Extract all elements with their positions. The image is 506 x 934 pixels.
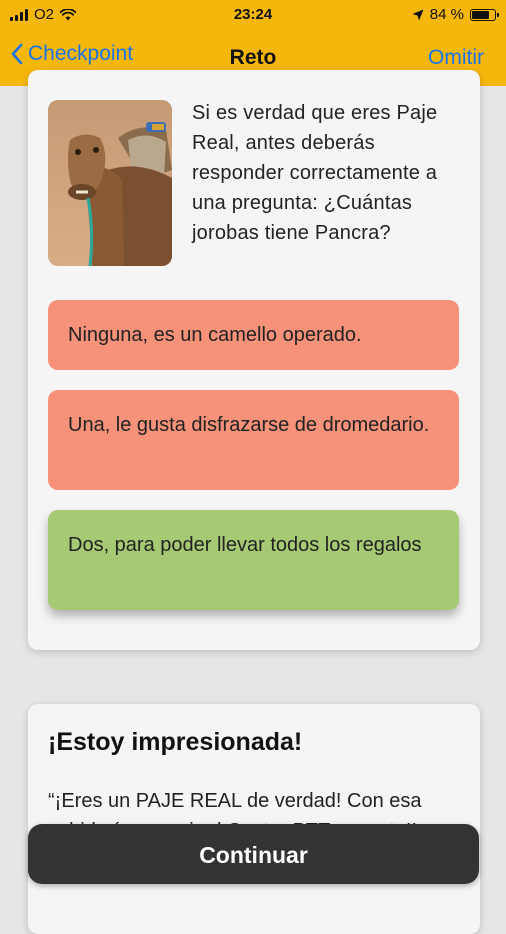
answer-option-2[interactable]: Una, le gusta disfrazarse de dromedario. [48, 390, 459, 490]
skip-button[interactable]: Omitir [428, 46, 484, 70]
continue-button[interactable]: Continuar [28, 824, 479, 884]
answer-option-3[interactable]: Dos, para poder llevar todos los regalos [48, 510, 459, 610]
battery-level [472, 10, 489, 19]
battery-icon [470, 8, 499, 21]
battery-percent: 84 % [429, 6, 464, 23]
answer-option-1[interactable]: Ninguna, es un camello operado. [48, 300, 459, 370]
question-card: Si es verdad que eres Paje Real, antes d… [28, 70, 480, 650]
camel-image [48, 100, 172, 266]
camel-photo [48, 100, 172, 266]
location-arrow-icon [412, 9, 424, 20]
result-title: ¡Estoy impresionada! [48, 728, 303, 756]
status-right: 84 % [412, 6, 499, 23]
question-text: Si es verdad que eres Paje Real, antes d… [192, 102, 438, 244]
status-bar: O2 23:24 84 % [0, 0, 506, 30]
